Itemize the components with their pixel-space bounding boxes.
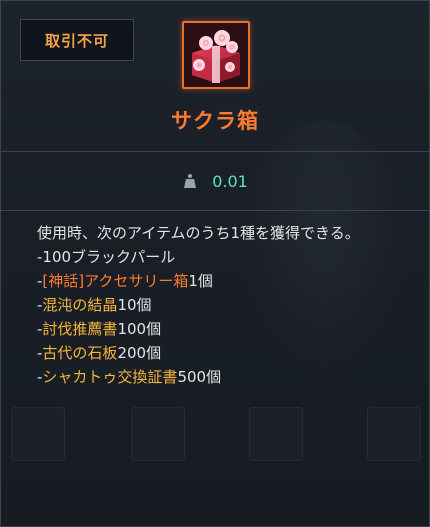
reward-name: 100ブラックパール (42, 248, 176, 266)
untradeable-badge: 取引不可 (20, 19, 134, 61)
item-name: サクラ箱 (171, 109, 259, 133)
weight-icon (184, 174, 197, 188)
sakura-gift-box-icon[interactable] (182, 21, 250, 89)
reward-name: 討伐推薦書 (42, 320, 118, 338)
background-slot (131, 407, 185, 461)
reward-line: -[神話]アクセサリー箱1個 (37, 269, 429, 293)
description-intro: 使用時、次のアイテムのうち1種を獲得できる。 (37, 224, 360, 242)
reward-line: -シャカトゥ交換証書500個 (37, 365, 429, 389)
reward-line: -混沌の結晶10個 (37, 293, 429, 317)
reward-quantity: 500個 (177, 368, 222, 386)
reward-quantity: 200個 (117, 344, 162, 362)
item-tooltip: 取引不可 サクラ箱 0.01 使用時、次のアイテムのうち1種を獲得できる。 -1… (0, 0, 430, 527)
background-slot (249, 407, 303, 461)
reward-line: -古代の石板200個 (37, 341, 429, 365)
reward-name: 混沌の結晶 (42, 296, 118, 314)
reward-name: シャカトゥ交換証書 (42, 368, 178, 386)
reward-name: 古代の石板 (42, 344, 118, 362)
item-description: 使用時、次のアイテムのうち1種を獲得できる。 -100ブラックパール -[神話]… (1, 211, 429, 389)
weight-value: 0.01 (212, 171, 248, 191)
weight-row: 0.01 (1, 152, 429, 211)
reward-name: [神話]アクセサリー箱 (42, 272, 189, 290)
tooltip-header: 取引不可 サクラ箱 (1, 1, 429, 152)
reward-quantity: 10個 (117, 296, 152, 314)
gift-box-graphic (184, 23, 248, 87)
reward-line: -討伐推薦書100個 (37, 317, 429, 341)
reward-quantity: 100個 (117, 320, 162, 338)
reward-quantity: 1個 (188, 272, 213, 290)
background-slot (367, 407, 421, 461)
background-slot (11, 407, 65, 461)
reward-line: -100ブラックパール (37, 245, 429, 269)
